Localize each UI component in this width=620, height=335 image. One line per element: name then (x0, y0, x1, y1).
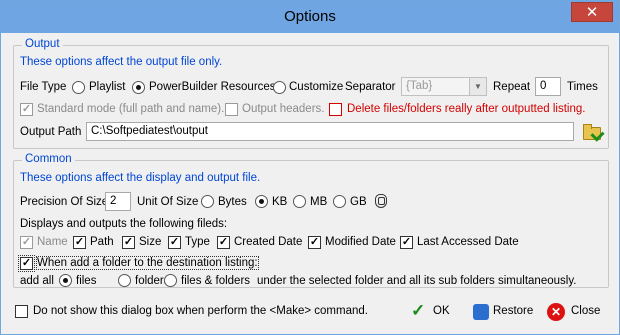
close-icon: ✕ (547, 303, 565, 321)
delete-after-output-label: Delete files/folders really after output… (347, 103, 586, 115)
field-modified-date-label: Modified Date (325, 236, 396, 248)
dont-show-label: Do not show this dialog box when perform… (33, 305, 368, 317)
field-last-accessed-date-label: Last Accessed Date (417, 236, 519, 248)
field-name-label: Name (37, 236, 68, 248)
radio-playlist-label: Playlist (89, 81, 126, 93)
field-modified-date-checkbox[interactable]: ✓ (308, 236, 321, 249)
field-size-checkbox[interactable]: ✓ (122, 236, 135, 249)
add-suffix-text: under the selected folder and all its su… (257, 275, 577, 287)
standard-mode-label: Standard mode (full path and name). (37, 103, 225, 115)
close-button[interactable]: ✕ Close (547, 299, 603, 325)
common-legend: Common (22, 153, 75, 165)
folder-open-icon[interactable] (583, 124, 601, 140)
field-last-accessed-date-checkbox[interactable]: ✓ (400, 236, 413, 249)
radio-powerbuilder-resources[interactable] (132, 81, 145, 94)
title-bar: Options ✕ (1, 1, 619, 33)
field-type-checkbox[interactable]: ✓ (168, 236, 181, 249)
size-help-icon[interactable] (375, 194, 387, 208)
when-add-folder-checkbox[interactable]: ✓ (18, 255, 35, 272)
field-path-checkbox[interactable]: ✓ (73, 236, 86, 249)
repeat-input[interactable]: 0 (535, 77, 561, 96)
restore-icon (473, 304, 489, 320)
standard-mode-checkbox[interactable]: ✓ (20, 103, 33, 116)
checkmark-icon: ✓ (411, 301, 426, 320)
delete-after-output-checkbox[interactable] (329, 103, 342, 116)
precision-input[interactable]: 2 (105, 192, 131, 211)
precision-label: Precision Of Size (20, 196, 109, 208)
unit-label: Unit Of Size (137, 196, 199, 208)
displays-label: Displays and outputs the following filed… (20, 218, 228, 230)
radio-customize-label: Customize (289, 81, 344, 93)
output-headers-label: Output headers. (242, 103, 325, 115)
add-all-label: add all (20, 275, 54, 287)
radio-unit-gb[interactable] (333, 195, 346, 208)
output-path-input[interactable]: C:\Softpediatest\output (86, 122, 574, 141)
window-title: Options (284, 8, 336, 25)
dont-show-checkbox[interactable] (15, 305, 28, 318)
when-add-folder-label: When add a folder to the destination lis… (36, 256, 259, 270)
field-size-label: Size (139, 236, 162, 248)
radio-unit-bytes-label: Bytes (218, 196, 247, 208)
output-note: These options affect the output file onl… (20, 56, 223, 68)
radio-unit-kb[interactable] (255, 195, 268, 208)
radio-unit-bytes[interactable] (201, 195, 214, 208)
field-type-label: Type (185, 236, 210, 248)
radio-unit-gb-label: GB (350, 196, 367, 208)
ok-label: OK (433, 305, 450, 317)
radio-unit-mb[interactable] (293, 195, 306, 208)
times-label: Times (567, 81, 598, 93)
output-legend: Output (22, 38, 63, 50)
output-headers-checkbox[interactable] (225, 103, 238, 116)
output-path-label: Output Path (20, 126, 82, 138)
field-created-date-checkbox[interactable]: ✓ (217, 236, 230, 249)
separator-select[interactable]: {Tab} ▼ (401, 77, 487, 96)
radio-unit-kb-label: KB (272, 196, 288, 208)
radio-unit-mb-label: MB (310, 196, 328, 208)
field-name-checkbox[interactable]: ✓ (20, 236, 33, 249)
radio-add-files-folders-label: files & folders (181, 275, 251, 287)
window-close-button[interactable]: ✕ (571, 2, 613, 22)
radio-powerbuilder-label: PowerBuilder Resources (149, 81, 276, 93)
radio-playlist[interactable] (72, 81, 85, 94)
repeat-label: Repeat (493, 81, 531, 93)
restore-label: Restore (493, 305, 534, 317)
radio-add-files-label: files (76, 275, 97, 287)
close-label: Close (571, 305, 601, 317)
chevron-down-icon: ▼ (469, 78, 486, 95)
field-created-date-label: Created Date (234, 236, 303, 248)
separator-label: Separator (345, 81, 396, 93)
common-note: These options affect the display and out… (20, 172, 261, 184)
radio-customize[interactable] (273, 81, 286, 94)
radio-add-files[interactable] (59, 274, 72, 287)
field-path-label: Path (90, 236, 114, 248)
ok-button[interactable]: ✓ OK (409, 299, 459, 325)
radio-add-folders[interactable] (118, 274, 131, 287)
options-dialog: Options ✕ Output These options affect th… (0, 0, 620, 335)
radio-add-files-folders[interactable] (164, 274, 177, 287)
separator-value: {Tab} (406, 80, 433, 92)
file-type-label: File Type (20, 81, 67, 93)
restore-button[interactable]: Restore (473, 299, 537, 325)
